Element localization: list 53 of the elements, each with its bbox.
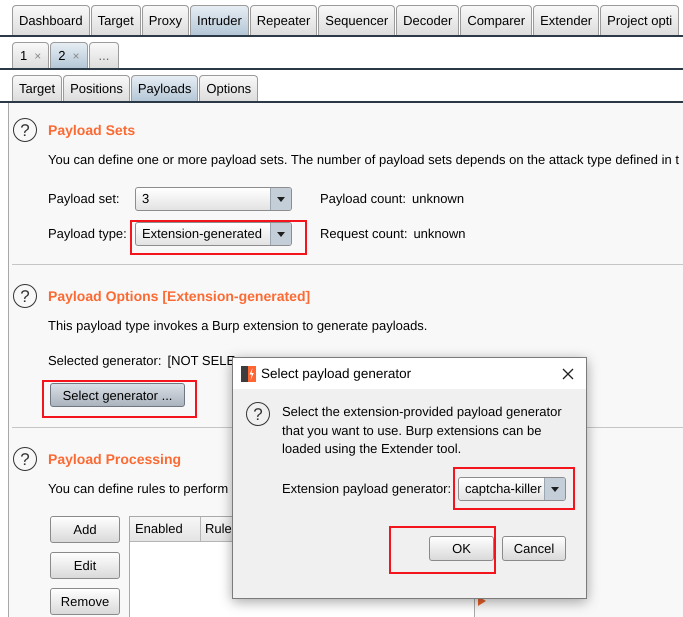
tab[interactable]: Target	[90, 5, 141, 35]
help-icon[interactable]: ?	[13, 118, 37, 142]
new-tab-button[interactable]: ...	[88, 42, 120, 68]
select-generator-button[interactable]: Select generator ...	[50, 383, 185, 407]
dialog-button[interactable]: Cancel	[502, 536, 566, 560]
dropdown[interactable]: 3	[135, 187, 292, 211]
field-label: Extension payload generator:	[282, 480, 452, 496]
tab[interactable]: Intruder	[190, 5, 249, 35]
rule-button[interactable]: Remove	[50, 588, 120, 615]
section-title: Payload Processing	[48, 451, 182, 467]
info-value: unknown	[412, 190, 464, 208]
tab[interactable]: 1 ×	[12, 42, 50, 68]
tab[interactable]: Target	[12, 75, 62, 101]
tab[interactable]: Positions	[63, 75, 130, 101]
help-icon[interactable]: ?	[246, 402, 270, 426]
dialog-button[interactable]: OK	[429, 536, 494, 560]
tab[interactable]: Proxy	[142, 5, 189, 35]
caret-icon	[270, 223, 291, 245]
section-description: You can define one or more payload sets. The number of payload sets depends on the attack type defined in t	[48, 151, 679, 169]
field-label: Payload set:	[48, 190, 121, 208]
section-title: Payload Sets	[48, 122, 136, 138]
section-description: You can define rules to perform	[48, 480, 228, 498]
field-label: Payload type:	[48, 225, 128, 243]
help-icon[interactable]: ?	[13, 284, 37, 308]
logo-icon	[241, 366, 256, 382]
close-icon[interactable]	[562, 368, 574, 380]
rule-button[interactable]: Add	[50, 516, 120, 543]
tab[interactable]: Options	[199, 75, 258, 101]
column-header[interactable]: Enabled	[130, 517, 201, 541]
tab[interactable]: Comparer	[460, 5, 532, 35]
tab[interactable]: 2 ×	[50, 42, 88, 68]
tab[interactable]: Payloads	[130, 75, 198, 101]
tab[interactable]: Project opti	[600, 5, 680, 35]
tab[interactable]: Extender	[533, 5, 600, 35]
dialog-title: Select payload generator	[261, 366, 412, 381]
tab[interactable]: Dashboard	[12, 5, 90, 35]
info-label: Request count:	[320, 225, 408, 243]
field-label: Selected generator:	[48, 352, 162, 370]
info-value: unknown	[413, 225, 466, 243]
tab[interactable]: Sequencer	[318, 5, 396, 35]
tab[interactable]: Repeater	[250, 5, 318, 35]
info-label: Payload count:	[320, 190, 406, 208]
help-icon[interactable]: ?	[13, 447, 37, 471]
rule-button[interactable]: Edit	[50, 552, 120, 579]
dialog-message: Select the extension-provided payload generator that you want to use. Burp extensions can be loaded using the Extender tool.	[282, 403, 563, 458]
tab[interactable]: Decoder	[396, 5, 460, 35]
dropdown[interactable]: captcha-killer	[458, 476, 566, 500]
caret-icon	[544, 478, 565, 500]
section-description: This payload type invokes a Burp extension to generate payloads.	[48, 317, 428, 335]
dropdown[interactable]: Extension-generated	[135, 222, 292, 246]
caret-icon	[270, 188, 291, 210]
section-title: Payload Options [Extension-generated]	[48, 288, 310, 304]
field-value: [NOT SELE	[167, 352, 236, 370]
